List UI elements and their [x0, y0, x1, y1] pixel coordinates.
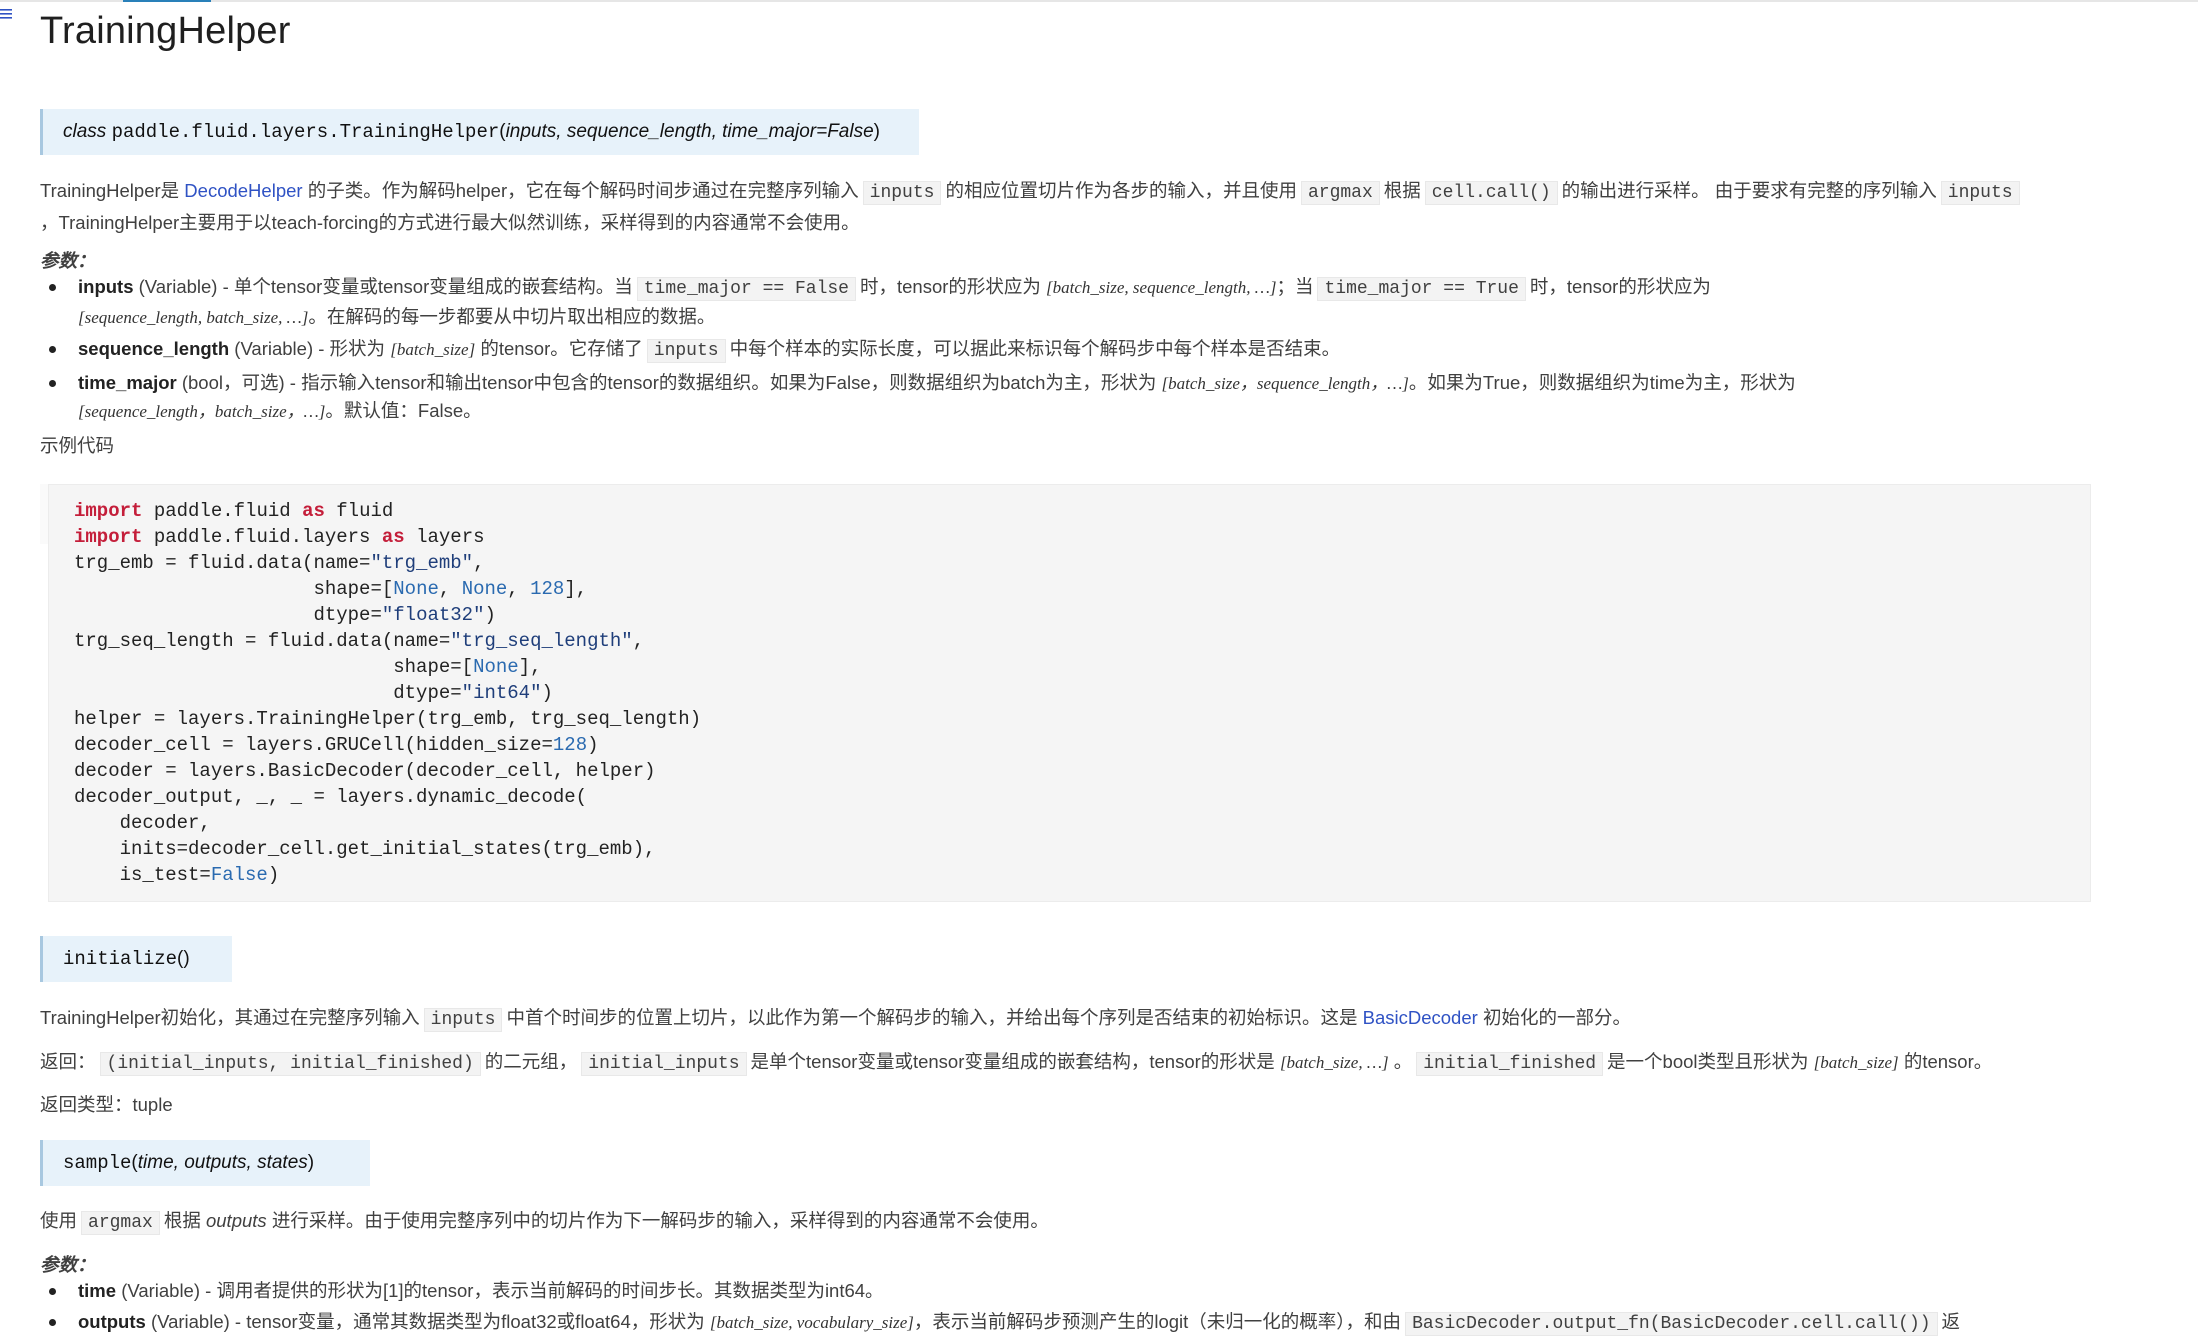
class-params: inputs, sequence_length, time_major=Fals…: [505, 121, 874, 142]
desc-text: 是一个bool类型且形状为: [1607, 1051, 1809, 1072]
inline-code: inputs: [646, 339, 726, 363]
basicdecoder-link[interactable]: BasicDecoder: [1363, 1007, 1478, 1028]
page-title: TrainingHelper: [40, 10, 291, 52]
math-expr: [sequence_length，batch_size，…]: [78, 402, 326, 421]
sample-signature: sample(time, outputs, states): [40, 1140, 370, 1186]
param-desc: - 指示输入tensor和输出tensor中包含的tensor的数据组织。如果为…: [284, 372, 1157, 393]
desc-text: 使用: [40, 1210, 78, 1231]
intro-text: ，TrainingHelper主要用于以teach-forcing的方式进行最大…: [40, 212, 860, 233]
math-expr: [batch_size, …]: [1279, 1053, 1389, 1072]
param-desc: 中每个样本的实际长度，可以据此来标识每个解码步中每个样本是否结束。: [729, 338, 1341, 359]
desc-text: 。: [1393, 1051, 1413, 1072]
bullet: [49, 380, 56, 387]
math-expr: [sequence_length, batch_size, …]: [78, 308, 309, 327]
intro-text: TrainingHelper是: [40, 180, 180, 201]
param-list: inputs (Variable) - 单个tensor变量或tensor变量组…: [40, 273, 2120, 429]
inline-code: inputs: [1940, 181, 2020, 205]
param-type: (Variable): [234, 338, 314, 359]
inline-code: argmax: [1300, 181, 1380, 205]
method-name: initialize: [63, 948, 178, 970]
intro-text: 的子类。作为解码helper，它在每个解码时间步通过在完整序列输入: [307, 180, 859, 201]
initialize-returns: 返回： (initial_inputs, initial_finished) 的二元…: [40, 1047, 2160, 1079]
param-type: (bool，可选): [181, 372, 285, 393]
desc-text: 中首个时间步的位置上切片，以此作为第一个解码步的输入，并给出每个序列是否结束的初…: [506, 1007, 1358, 1028]
method-params: time, outputs, states: [137, 1152, 308, 1173]
method-name: sample: [63, 1152, 132, 1174]
inline-code: argmax: [81, 1211, 160, 1235]
param-desc: ；当: [1276, 276, 1314, 297]
decodehelper-link[interactable]: DecodeHelper: [184, 180, 302, 201]
params-title: 参数：: [40, 250, 96, 271]
class-name: paddle.fluid.layers.TrainingHelper: [111, 121, 500, 143]
inline-code: time_major == True: [1317, 277, 1526, 301]
desc-text: 的tensor。: [1903, 1051, 1993, 1072]
inline-code: inputs: [862, 181, 942, 205]
param-item-sequence-length: sequence_length (Variable) - 形状为 [batch_…: [40, 335, 2120, 365]
param-name: inputs: [78, 276, 134, 297]
code-content: import paddle.fluid as fluid import padd…: [74, 500, 702, 886]
param-type: (Variable): [121, 1280, 201, 1301]
initialize-return-type: 返回类型：tuple: [40, 1094, 173, 1115]
math-expr: [batch_size, vocabulary_size]: [709, 1313, 914, 1332]
desc-text: 进行采样。由于使用完整序列中的切片作为下一解码步的输入，采样得到的内容通常不会使…: [271, 1210, 1049, 1231]
param-name: sequence_length: [78, 338, 230, 359]
desc-text: 根据: [163, 1210, 201, 1231]
intro-text: 的相应位置切片作为各步的输入，并且使用: [945, 180, 1297, 201]
param-type: (Variable): [138, 276, 218, 297]
code-gutter: [40, 484, 48, 544]
intro-text: 根据: [1383, 180, 1421, 201]
initialize-signature: initialize(): [40, 936, 232, 982]
bullet: [49, 284, 56, 291]
inline-code: cell.call(): [1424, 181, 1558, 205]
param-item-time-major: time_major (bool，可选) - 指示输入tensor和输出tens…: [40, 369, 2120, 425]
desc-emphasis: outputs: [205, 1210, 267, 1231]
param-desc: 时，tensor的形状应为: [859, 276, 1041, 297]
example-title: 示例代码: [40, 435, 115, 456]
class-prefix: class: [63, 121, 107, 142]
top-border: [0, 0, 2198, 2]
intro-text: 的输出进行采样。 由于要求有完整的序列输入: [1561, 180, 1937, 201]
inline-code: inputs: [423, 1008, 503, 1032]
math-expr: [batch_size, sequence_length, …]: [1046, 278, 1277, 297]
param-item-inputs: inputs (Variable) - 单个tensor变量或tensor变量组…: [40, 273, 2120, 331]
param-desc: 。在解码的每一步都要从中切片取出相应的数据。: [308, 306, 716, 327]
param-name: time_major: [78, 372, 177, 393]
intro-paragraph: TrainingHelper是 DecodeHelper 的子类。作为解码hel…: [40, 176, 2140, 237]
param-desc: - 形状为: [313, 338, 386, 359]
code-block: import paddle.fluid as fluid import padd…: [48, 484, 2091, 902]
param-item-outputs: outputs (Variable) - tensor变量，通常其数据类型为fl…: [40, 1308, 2120, 1338]
method-params: (): [177, 948, 190, 969]
math-expr: [batch_size，sequence_length，…]: [1161, 374, 1409, 393]
inline-code: BasicDecoder.output_fn(BasicDecoder.cell…: [1405, 1312, 1938, 1336]
returns-label: 返回：: [40, 1051, 96, 1072]
param-name: time: [78, 1280, 117, 1301]
param-desc: - 单个tensor变量或tensor变量组成的嵌套结构。当: [217, 276, 633, 297]
inline-code: initial_inputs: [581, 1052, 747, 1076]
desc-text: TrainingHelper初始化，其通过在完整序列输入: [40, 1007, 420, 1028]
bullet: [49, 346, 56, 353]
param-desc: 。如果为True，则数据组织为time为主，形状为: [1408, 372, 1796, 393]
class-signature: class paddle.fluid.layers.TrainingHelper…: [40, 109, 919, 155]
param-desc: 时，tensor的形状应为: [1529, 276, 1711, 297]
top-progress-accent: [123, 0, 211, 2]
initialize-description: TrainingHelper初始化，其通过在完整序列输入 inputs 中首个时间步…: [40, 1003, 2150, 1035]
param-list: time (Variable) - 调用者提供的形状为[1]的tensor，表示…: [40, 1277, 2120, 1342]
param-desc: 的tensor。它存储了: [480, 338, 643, 359]
bullet: [49, 1319, 56, 1326]
math-expr: [batch_size]: [1813, 1053, 1899, 1072]
inline-code: (initial_inputs, initial_finished): [99, 1052, 481, 1076]
desc-text: 的二元组，: [484, 1051, 578, 1072]
math-expr: [batch_size]: [390, 340, 476, 359]
desc-text: 是单个tensor变量或tensor变量组成的嵌套结构，tensor的形状是: [750, 1051, 1275, 1072]
desc-text: 初始化的一部分。: [1482, 1007, 1631, 1028]
inline-code: time_major == False: [636, 277, 856, 301]
inline-code: initial_finished: [1416, 1052, 1604, 1076]
param-desc: 。默认值：False。: [325, 400, 482, 421]
sample-description: 使用 argmax 根据 outputs 进行采样。由于使用完整序列中的切片作为下一…: [40, 1206, 2150, 1238]
params-title: 参数：: [40, 1254, 96, 1275]
param-item-time: time (Variable) - 调用者提供的形状为[1]的tensor，表示…: [40, 1277, 2120, 1304]
bullet: [49, 1288, 56, 1295]
menu-icon[interactable]: [0, 8, 12, 22]
param-desc: - 调用者提供的形状为[1]的tensor，表示当前解码的时间步长。其数据类型为…: [200, 1280, 884, 1301]
